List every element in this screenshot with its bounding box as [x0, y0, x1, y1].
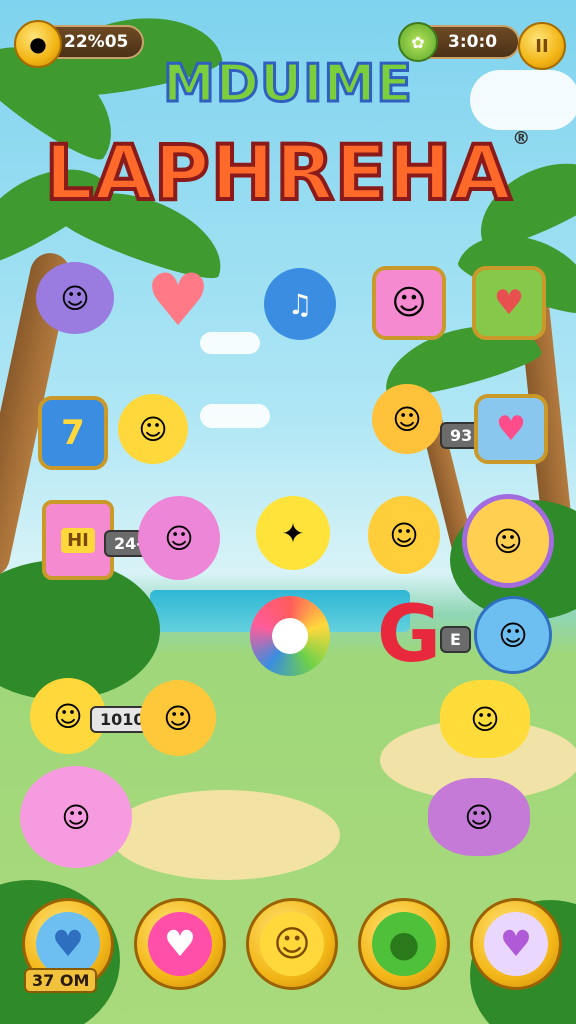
- yellow-bird-tile[interactable]: ☺: [368, 496, 440, 574]
- bottom-timer: 37 OM: [24, 968, 98, 993]
- cloud: [200, 404, 270, 428]
- potion-button[interactable]: ♥: [470, 898, 562, 990]
- pink-monster-tile[interactable]: ☺: [20, 766, 132, 868]
- rainbow-heart-tile[interactable]: ♥: [472, 266, 546, 340]
- sand-patch: [110, 790, 340, 880]
- purple-creature-tile[interactable]: ☺: [36, 262, 114, 334]
- timer-value: 3:0:0: [448, 32, 498, 52]
- badge-e: E: [440, 626, 471, 653]
- score-value: 22%05: [64, 32, 129, 52]
- game-title-line1: MDUIME: [162, 53, 414, 116]
- pink-heart-button[interactable]: ♥: [134, 898, 226, 990]
- pink-heart-icon: ♥: [148, 912, 212, 976]
- blue-note-tile[interactable]: ♫: [264, 268, 336, 340]
- yellow-creature-tile[interactable]: ☺: [118, 394, 188, 464]
- yellow-whale-tile[interactable]: ☺: [440, 680, 530, 758]
- smiley-icon: ☺: [260, 912, 324, 976]
- ring-hole: [272, 618, 308, 654]
- purple-fish-tile[interactable]: ☺: [428, 778, 530, 856]
- heart-tile[interactable]: ♥: [140, 258, 216, 342]
- blue-bubble-tile[interactable]: ☺: [474, 596, 552, 674]
- yellow-face-right-tile[interactable]: ☺: [140, 680, 216, 756]
- game-scene: 22%05 ● 3:0:0 ✿ II MDUIME LAPHREHA® ☺ ♥ …: [0, 0, 576, 1024]
- seven-label: 7: [61, 413, 85, 453]
- pink-creature-tile[interactable]: ☺: [138, 496, 220, 580]
- registered-mark: ®: [512, 128, 532, 149]
- green-apple-icon: ●: [372, 912, 436, 976]
- pink-square-tile[interactable]: ☺: [372, 266, 446, 340]
- heart-card-tile[interactable]: ♥: [474, 394, 548, 464]
- yellow-blob-tile[interactable]: ✦: [256, 496, 330, 570]
- game-title-line2-text: LAPHREHA: [43, 126, 513, 219]
- game-title-line2: LAPHREHA®: [0, 126, 576, 219]
- flower-creature-tile[interactable]: ☺: [462, 494, 554, 588]
- orange-creature-tile[interactable]: ☺: [372, 384, 442, 454]
- number-seven-tile[interactable]: 7: [38, 396, 108, 470]
- letter-g: G: [376, 590, 442, 680]
- potion-icon: ♥: [484, 912, 548, 976]
- letter-g-tile[interactable]: G: [368, 590, 450, 680]
- jar-label: HI: [61, 527, 95, 553]
- smiley-button[interactable]: ☺: [246, 898, 338, 990]
- blue-heart-icon: ♥: [36, 912, 100, 976]
- green-apple-button[interactable]: ●: [358, 898, 450, 990]
- rainbow-ring-tile[interactable]: [250, 596, 330, 676]
